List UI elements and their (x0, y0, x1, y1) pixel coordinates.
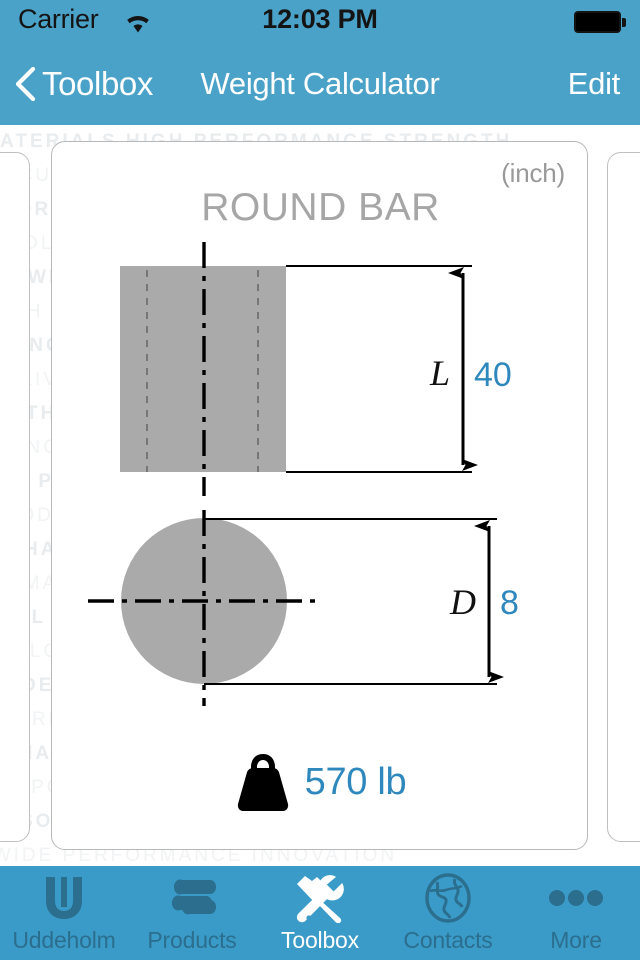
tab-contacts[interactable]: Contacts (384, 866, 512, 960)
weight-value: 570 lb (304, 760, 407, 803)
weight-result: 570 lb (52, 752, 589, 812)
side-view-group (120, 242, 478, 496)
tab-label-toolbox: Toolbox (281, 927, 359, 953)
tab-label-contacts: Contacts (403, 927, 493, 953)
dimension-symbol-length: L (429, 353, 450, 393)
status-time: 12:03 PM (262, 4, 378, 34)
dimension-value-length: 40 (474, 356, 512, 394)
status-bar: Carrier 12:03 PM (0, 0, 640, 42)
battery-body (574, 11, 621, 33)
globe-icon (420, 872, 476, 924)
tab-label-products: Products (147, 927, 237, 953)
steel-bars-icon (164, 872, 220, 924)
page-title: Weight Calculator (200, 66, 440, 101)
round-bar-diagram: L D 40 8 (88, 242, 519, 706)
hammer-wrench-icon (292, 872, 348, 924)
shape-card[interactable]: (inch) ROUND BAR L D 40 8 570 lb (51, 141, 588, 850)
end-view-group (88, 510, 504, 706)
uddeholm-logo-icon (36, 872, 92, 924)
dimension-value-diameter: 8 (500, 584, 519, 622)
previous-shape-card[interactable] (0, 152, 30, 842)
tab-uddeholm[interactable]: Uddeholm (0, 866, 128, 960)
tab-label-more: More (550, 927, 602, 953)
navigation-bar: Toolbox Weight Calculator Edit (0, 42, 640, 125)
tab-label-uddeholm: Uddeholm (12, 927, 116, 953)
next-shape-card[interactable] (607, 152, 640, 842)
tab-products[interactable]: Products (128, 866, 256, 960)
dimension-symbol-diameter: D (449, 582, 476, 622)
ellipsis-icon (548, 872, 604, 924)
edit-button[interactable]: Edit (568, 66, 621, 102)
tab-more[interactable]: More (512, 866, 640, 960)
battery-full-icon (574, 11, 626, 33)
tab-toolbox[interactable]: Toolbox (256, 866, 384, 960)
tab-bar: Uddeholm Products Toolbox Contacts More (0, 866, 640, 960)
battery-cap (622, 18, 626, 27)
weight-icon (237, 754, 288, 811)
